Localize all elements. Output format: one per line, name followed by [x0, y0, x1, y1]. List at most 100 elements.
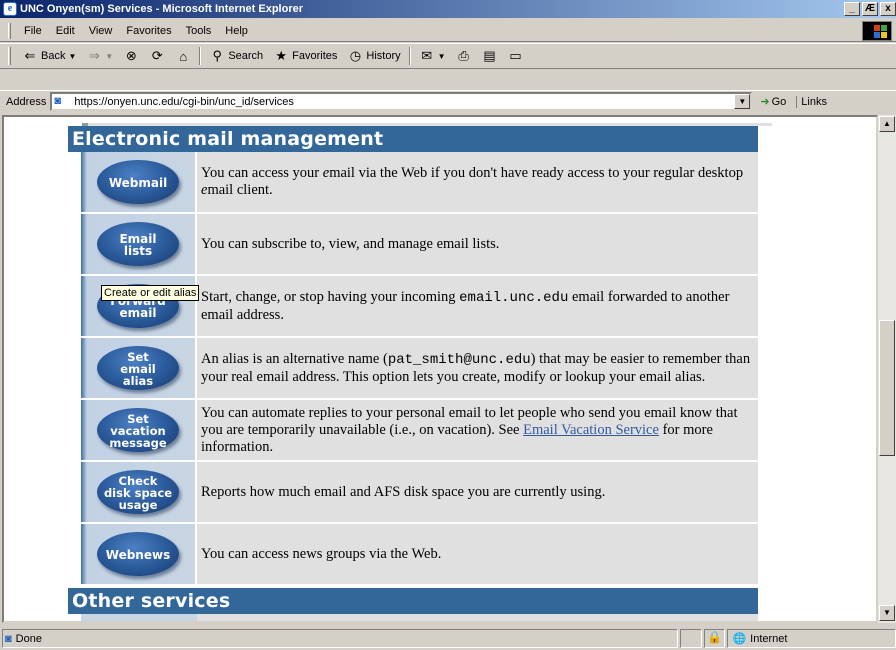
mail-icon: ✉ — [421, 48, 433, 63]
menu-file[interactable]: File — [17, 25, 49, 37]
webmail-button[interactable]: Webmail — [97, 160, 179, 204]
go-label: Go — [771, 95, 787, 108]
service-description: You can access your email via the Web if… — [197, 152, 758, 212]
favorites-button[interactable]: ★ Favorites — [268, 45, 342, 67]
forward-button[interactable]: ⇒ ▼ — [81, 45, 118, 67]
refresh-icon: ⟳ — [151, 48, 163, 63]
window-title: UNC Onyen(sm) Services - Microsoft Inter… — [20, 3, 304, 15]
next-row-edge — [81, 614, 758, 621]
mail-button[interactable]: ✉ ▼ — [414, 45, 451, 67]
print-icon: ⎙ — [458, 48, 469, 63]
minimize-button[interactable]: _ — [844, 2, 860, 16]
stop-button[interactable]: ⊗ — [118, 45, 144, 67]
history-label: History — [366, 50, 401, 62]
window-controls: _ Æ x — [844, 2, 896, 16]
standard-toolbar: ⇐ Back ▼ ⇒ ▼ ⊗ ⟳ ⌂ ⚲ Search ★ Favorites … — [0, 43, 896, 69]
refresh-button[interactable]: ⟳ — [144, 45, 170, 67]
status-secure-panel: 🔒 — [703, 629, 726, 648]
address-input[interactable]: ◙ https://onyen.unc.edu/cgi-bin/unc_id/s… — [50, 92, 753, 111]
stop-icon: ⊗ — [125, 48, 137, 63]
menu-view[interactable]: View — [82, 25, 120, 37]
vertical-scrollbar[interactable]: ▲ ▼ — [878, 115, 896, 623]
search-label: Search — [228, 50, 264, 62]
scroll-up-button[interactable]: ▲ — [879, 116, 895, 132]
section-header-email: Electronic mail management — [68, 126, 758, 152]
windows-logo-icon — [862, 21, 892, 41]
ie-icon: e — [3, 2, 17, 16]
service-row-email-alias: Set email alias An alias is an alternati… — [81, 338, 758, 400]
menu-favorites[interactable]: Favorites — [119, 25, 178, 37]
section-header-other: Other services — [68, 588, 758, 614]
mail-dropdown-icon[interactable]: ▼ — [438, 52, 446, 61]
maximize-button[interactable]: Æ — [862, 2, 878, 16]
forward-arrow-icon: ⇒ — [88, 48, 100, 63]
discuss-icon: ▭ — [509, 48, 522, 63]
service-row-vacation: Set vacation message You can automate re… — [81, 400, 758, 462]
address-label: Address — [6, 95, 47, 108]
toolbar-separator — [199, 47, 202, 65]
go-arrow-icon: ➜ — [760, 96, 770, 108]
service-description: You can subscribe to, view, and manage e… — [197, 214, 758, 274]
edit-button[interactable]: ▤ — [477, 45, 503, 67]
scroll-down-button[interactable]: ▼ — [879, 605, 895, 621]
services-table: Electronic mail management Webmail You c… — [68, 123, 772, 621]
address-url: https://onyen.unc.edu/cgi-bin/unc_id/ser… — [74, 95, 294, 108]
menu-edit[interactable]: Edit — [49, 25, 82, 37]
email-lists-button[interactable]: Email lists — [97, 222, 179, 266]
address-bar: Address ◙ https://onyen.unc.edu/cgi-bin/… — [0, 90, 896, 112]
address-dropdown-icon[interactable]: ▼ — [734, 94, 751, 109]
service-description: You can access news groups via the Web. — [197, 524, 758, 584]
menu-tools[interactable]: Tools — [179, 25, 219, 37]
service-row-disk-space: Check disk space usage Reports how much … — [81, 462, 758, 524]
page-viewport[interactable]: Electronic mail management Webmail You c… — [2, 115, 878, 623]
print-button[interactable]: ⎙ — [451, 45, 477, 67]
back-arrow-icon: ⇐ — [24, 48, 36, 63]
favorites-label: Favorites — [292, 50, 338, 62]
page-icon: ◙ — [54, 94, 62, 107]
service-description: An alias is an alternative name (pat_smi… — [197, 338, 758, 398]
lock-icon: 🔒 — [707, 630, 723, 644]
back-button[interactable]: ⇐ Back ▼ — [17, 45, 81, 67]
search-button[interactable]: ⚲ Search — [204, 45, 268, 67]
set-vacation-message-button[interactable]: Set vacation message — [97, 408, 179, 452]
page-done-icon: ◙ — [5, 632, 12, 645]
webnews-button[interactable]: Webnews — [97, 532, 179, 576]
links-button[interactable]: Links — [796, 95, 827, 108]
service-description: Start, change, or stop having your incom… — [197, 276, 758, 336]
check-disk-space-button[interactable]: Check disk space usage — [97, 470, 179, 514]
service-row-webmail: Webmail You can access your email via th… — [81, 152, 758, 214]
history-button[interactable]: ◷ History — [342, 45, 405, 67]
tooltip: Create or edit alias — [101, 285, 200, 301]
security-zone-panel: 🌐 Internet — [727, 629, 896, 648]
favorites-icon: ★ — [275, 48, 287, 63]
service-row-email-lists: Email lists You can subscribe to, view, … — [81, 214, 758, 276]
search-icon: ⚲ — [212, 48, 223, 63]
edit-page-icon: ▤ — [483, 48, 496, 63]
home-icon: ⌂ — [179, 48, 188, 64]
set-email-alias-button[interactable]: Set email alias — [97, 346, 179, 390]
status-bar: ◙ Done 🔒 🌐 Internet — [0, 627, 896, 650]
discuss-button[interactable]: ▭ — [503, 45, 529, 67]
close-button[interactable]: x — [880, 2, 896, 16]
toolbar-grip — [8, 47, 11, 65]
status-progress-panel — [679, 629, 702, 648]
go-button[interactable]: ➜ Go — [760, 95, 787, 109]
menu-bar: File Edit View Favorites Tools Help — [0, 20, 896, 42]
history-icon: ◷ — [349, 48, 362, 63]
status-text-panel: ◙ Done — [2, 629, 678, 648]
status-text: Done — [15, 632, 42, 645]
service-row-webnews: Webnews You can access news groups via t… — [81, 524, 758, 586]
home-button[interactable]: ⌂ — [170, 45, 196, 67]
menu-help[interactable]: Help — [218, 25, 255, 37]
forward-dropdown-icon[interactable]: ▼ — [105, 52, 113, 61]
toolbar-separator — [408, 47, 411, 65]
service-description: Reports how much email and AFS disk spac… — [197, 462, 758, 522]
service-description: You can automate replies to your persona… — [197, 400, 758, 460]
back-dropdown-icon[interactable]: ▼ — [68, 52, 76, 61]
menu-grip — [8, 22, 11, 39]
globe-icon: 🌐 — [732, 633, 747, 645]
zone-label: Internet — [750, 632, 788, 645]
scroll-thumb[interactable] — [879, 320, 895, 456]
window-title-bar: e UNC Onyen(sm) Services - Microsoft Int… — [0, 0, 896, 18]
email-vacation-service-link[interactable]: Email Vacation Service — [523, 422, 659, 438]
